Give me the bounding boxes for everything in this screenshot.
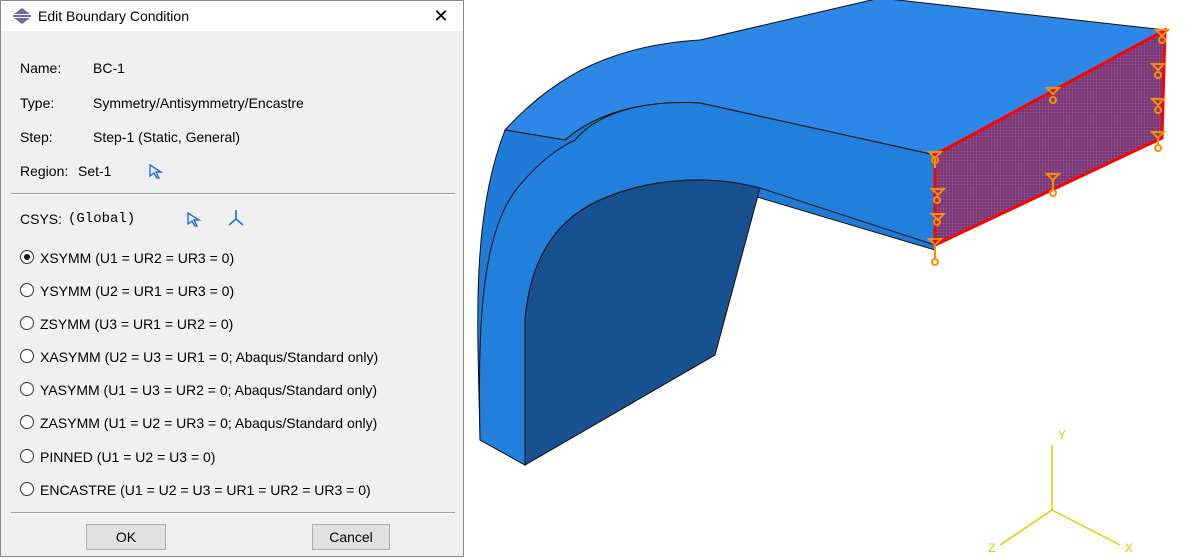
option-label: ZASYMM (U1 = U2 = UR3 = 0; Abaqus/Standa… [40, 415, 378, 431]
option-label: ENCASTRE (U1 = U2 = U3 = UR1 = UR2 = UR3… [40, 482, 371, 498]
triad-y-label: Y [1058, 428, 1066, 443]
ok-button[interactable]: OK [86, 524, 166, 550]
radio-button[interactable] [20, 283, 34, 297]
option-label: ZSYMM (U3 = UR1 = UR2 = 0) [40, 316, 234, 332]
cancel-button[interactable]: Cancel [312, 524, 390, 550]
radio-button[interactable] [20, 449, 34, 463]
radio-button[interactable] [20, 250, 34, 264]
step-label: Step: [20, 129, 53, 145]
option-label: YASYMM (U1 = U3 = UR2 = 0; Abaqus/Standa… [40, 382, 378, 398]
name-label: Name: [20, 60, 62, 76]
separator [11, 193, 455, 195]
option-label: YSYMM (U2 = UR1 = UR3 = 0) [40, 283, 235, 299]
step-row: Step: Step-1 (Static, General) [20, 127, 240, 147]
option-label: PINNED (U1 = U2 = U3 = 0) [40, 449, 216, 465]
edit-boundary-condition-dialog: Edit Boundary Condition ✕ Name: BC-1 Typ… [0, 0, 464, 557]
region-row: Region: Set-1 [20, 161, 111, 181]
close-button[interactable]: ✕ [423, 1, 459, 31]
option-label: XASYMM (U2 = U3 = UR1 = 0; Abaqus/Standa… [40, 349, 379, 365]
separator [11, 512, 455, 514]
radio-button[interactable] [20, 382, 34, 396]
csys-label: CSYS: [20, 211, 63, 227]
region-value: Set-1 [78, 163, 112, 179]
type-value: Symmetry/Antisymmetry/Encastre [93, 95, 304, 111]
dialog-titlebar[interactable]: Edit Boundary Condition ✕ [1, 1, 463, 31]
csys-row: CSYS: (Global) [20, 209, 135, 229]
region-select-arrow-icon[interactable] [148, 163, 164, 179]
csys-create-icon[interactable] [227, 209, 245, 227]
csys-value: (Global) [68, 211, 136, 227]
radio-button[interactable] [20, 316, 34, 330]
radio-button[interactable] [20, 482, 34, 496]
type-label: Type: [20, 95, 55, 111]
type-row: Type: Symmetry/Antisymmetry/Encastre [20, 93, 304, 113]
abaqus-app-icon [13, 8, 31, 24]
triad-x-label: X [1125, 541, 1133, 556]
triad-z-label: Z [988, 541, 996, 556]
name-row: Name: BC-1 [20, 58, 125, 78]
region-label: Region: [20, 163, 69, 179]
step-value: Step-1 (Static, General) [93, 129, 241, 145]
option-label: XSYMM (U1 = UR2 = UR3 = 0) [40, 250, 235, 266]
axis-triad [999, 445, 1121, 546]
radio-button[interactable] [20, 415, 34, 429]
name-value: BC-1 [93, 60, 125, 76]
dialog-title: Edit Boundary Condition [38, 8, 189, 24]
csys-select-arrow-icon[interactable] [186, 211, 202, 227]
radio-button[interactable] [20, 349, 34, 363]
